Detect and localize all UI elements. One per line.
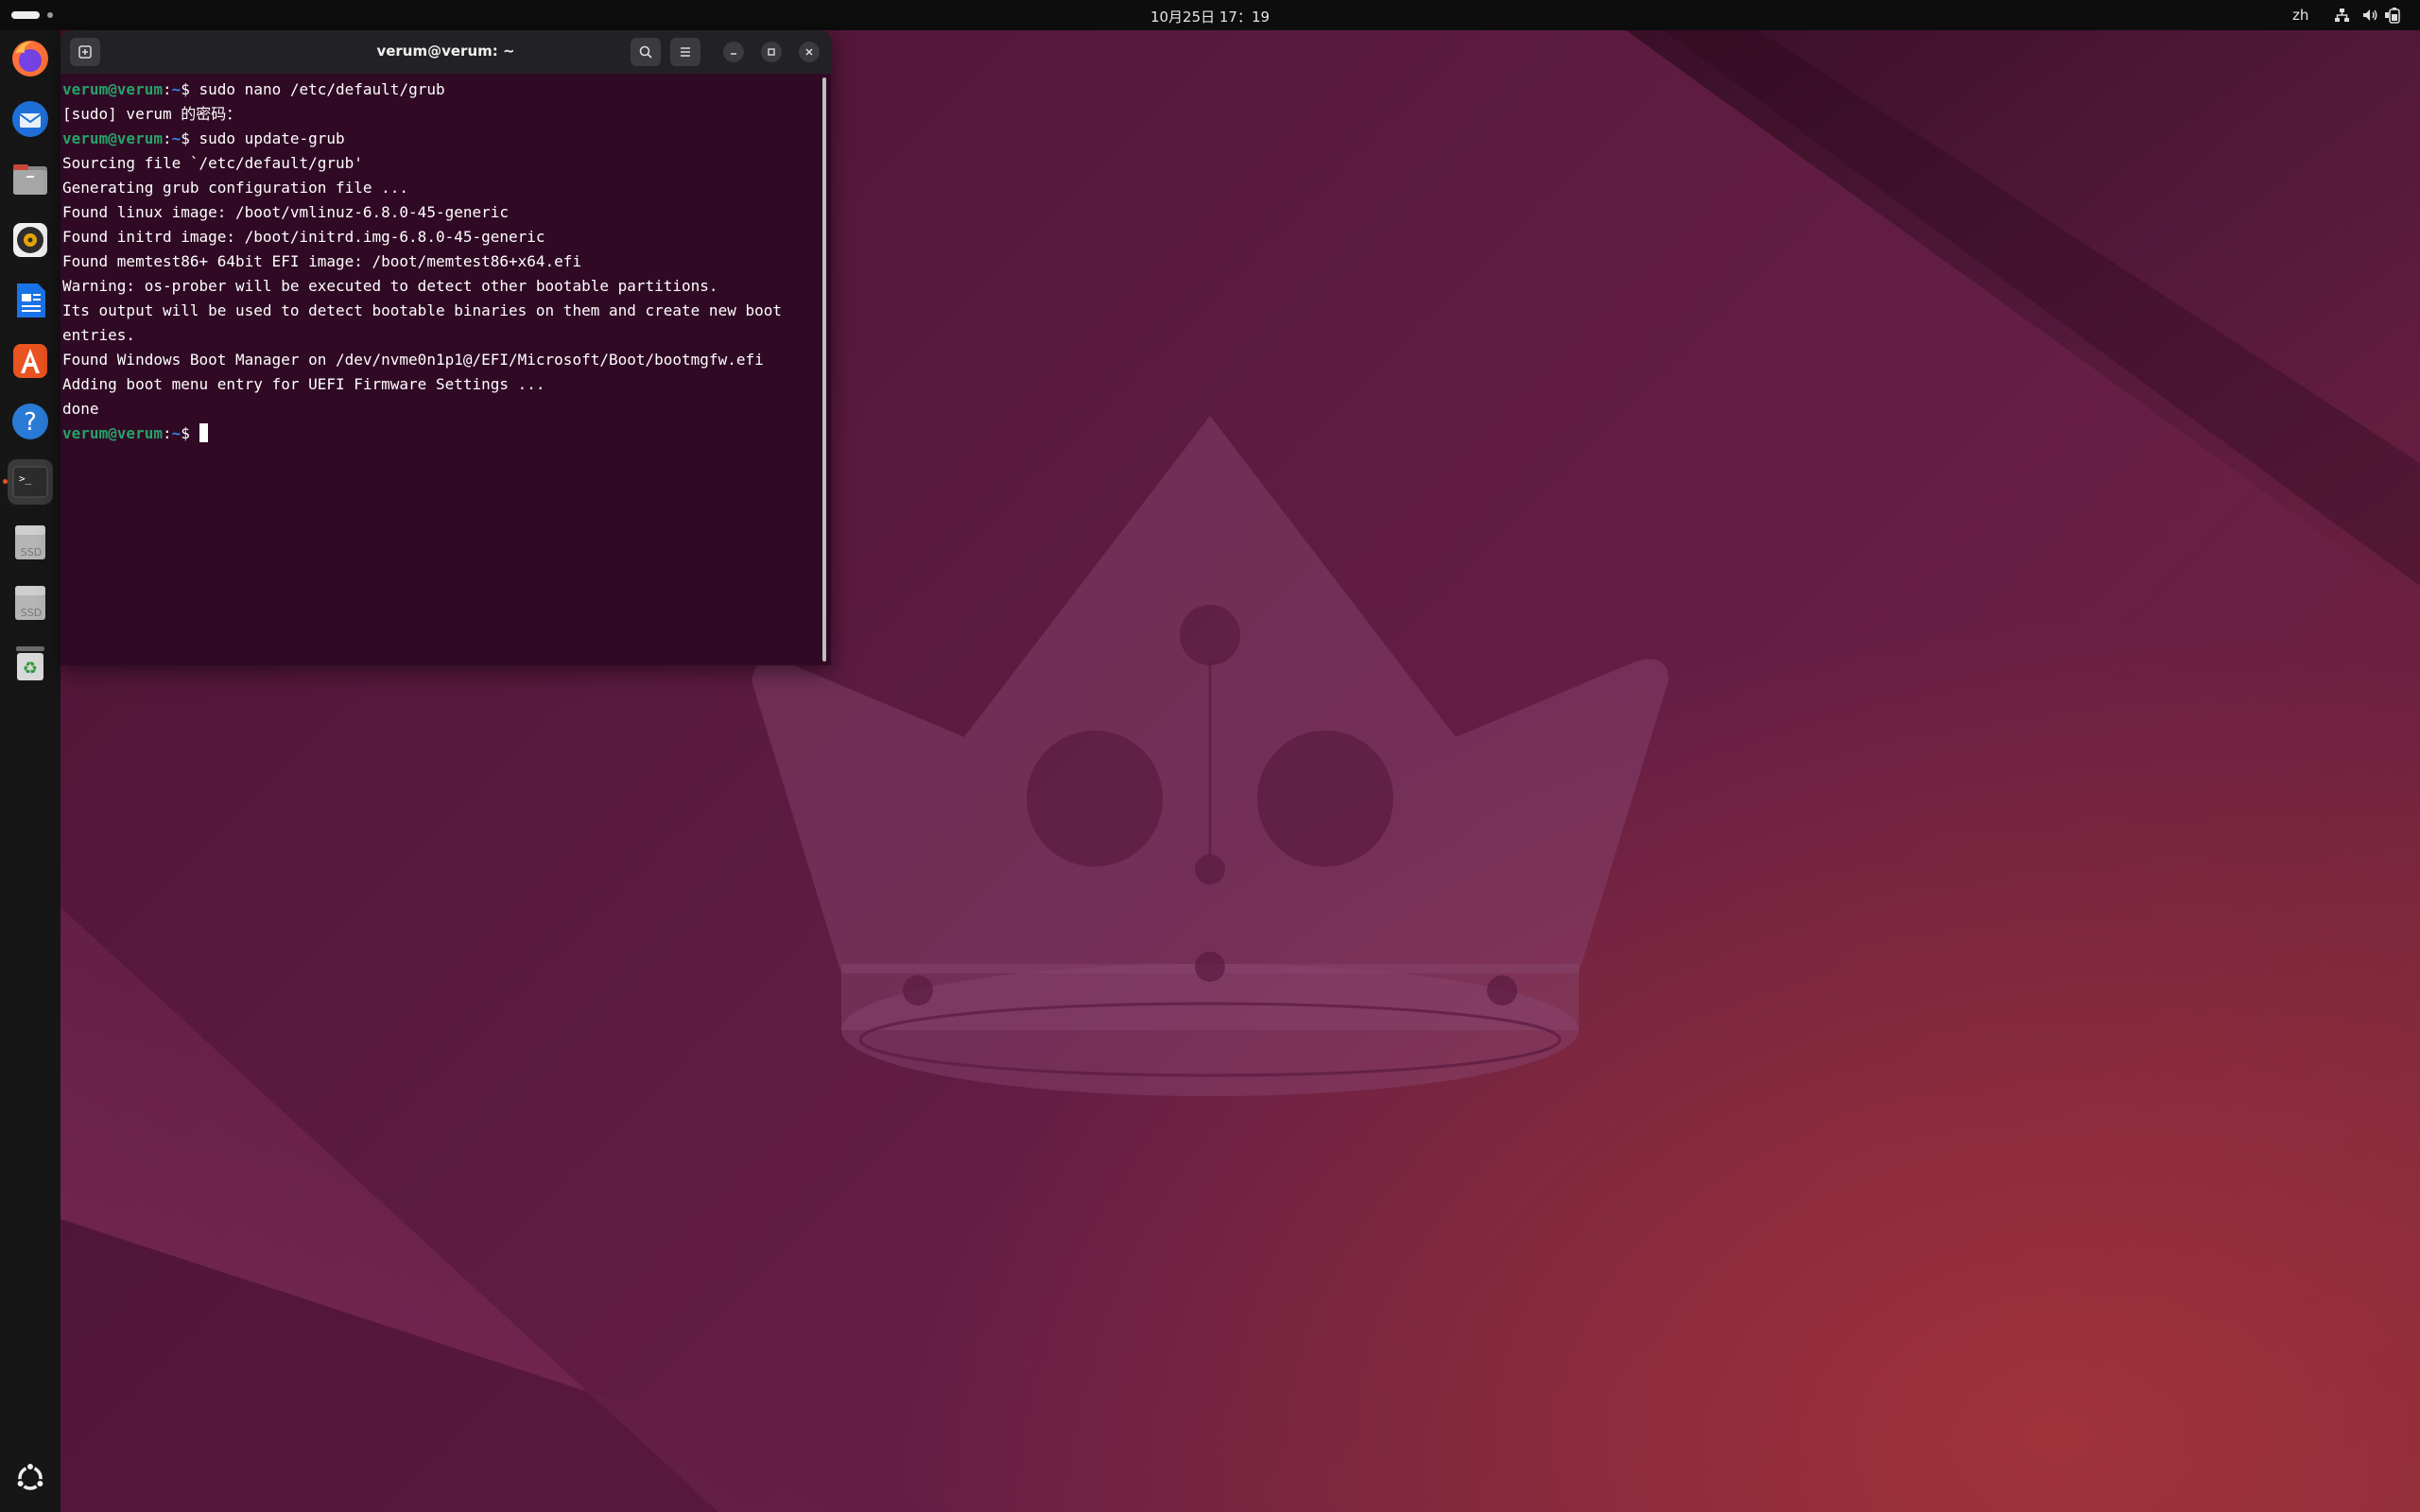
- dock-item-help[interactable]: ?: [8, 399, 53, 444]
- dock-item-firefox[interactable]: [8, 36, 53, 81]
- show-apps-button[interactable]: [8, 1455, 53, 1501]
- prompt-separator: :: [162, 129, 172, 147]
- output-text: Its output will be used to detect bootab…: [62, 301, 782, 319]
- terminal-scrollbar[interactable]: [822, 77, 826, 662]
- minimize-icon: [731, 53, 736, 55]
- dock-item-trash[interactable]: ♻: [8, 641, 53, 686]
- rhythmbox-icon: [13, 223, 47, 257]
- output-text: Adding boot menu entry for UEFI Firmware…: [62, 375, 545, 393]
- terminal-output-line: Warning: os-prober will be executed to d…: [62, 274, 809, 299]
- dock-item-files[interactable]: [8, 157, 53, 202]
- window-title: verum@verum: ~: [376, 43, 515, 60]
- prompt-path: ~: [171, 80, 182, 98]
- terminal-command-line: verum@verum:~$ sudo nano /etc/default/gr…: [62, 77, 809, 102]
- prompt-path: ~: [171, 424, 182, 442]
- drive-icon: SSD: [15, 586, 45, 620]
- output-text: done: [62, 400, 99, 418]
- app-center-icon: [13, 344, 47, 378]
- search-button[interactable]: [631, 38, 661, 66]
- dock-item-thunderbird[interactable]: [8, 96, 53, 142]
- command-text: sudo update-grub: [199, 129, 345, 147]
- terminal-window[interactable]: verum@verum: ~ verum@verum:~$ sudo nano …: [60, 30, 831, 665]
- trash-icon: ♻: [16, 646, 44, 680]
- terminal-output-line: Its output will be used to detect bootab…: [62, 299, 809, 323]
- text-cursor: [199, 423, 208, 442]
- output-text: [sudo] verum 的密码：: [62, 105, 242, 123]
- volume-icon[interactable]: [2360, 6, 2379, 25]
- terminal-output-line: Found linux image: /boot/vmlinuz-6.8.0-4…: [62, 200, 809, 225]
- firefox-icon: [12, 41, 48, 77]
- search-icon: [639, 45, 652, 59]
- battery-icon[interactable]: [2384, 6, 2403, 25]
- output-text: Found Windows Boot Manager on /dev/nvme0…: [62, 351, 764, 369]
- svg-text:SSD: SSD: [21, 546, 42, 558]
- dock-item-ssd-2[interactable]: SSD: [8, 580, 53, 626]
- maximize-icon: [768, 48, 775, 56]
- prompt-path: ~: [171, 129, 182, 147]
- terminal-output-line: Generating grub configuration file ...: [62, 176, 809, 200]
- terminal-header-bar[interactable]: verum@verum: ~: [60, 30, 831, 74]
- svg-text:♻: ♻: [23, 659, 38, 679]
- terminal-output-line: Found initrd image: /boot/initrd.img-6.8…: [62, 225, 809, 249]
- dock: ? >_ SSD SSD ♻: [0, 30, 60, 1512]
- maximize-button[interactable]: [761, 42, 782, 62]
- svg-text:?: ?: [24, 408, 37, 437]
- drive-icon: SSD: [15, 525, 45, 559]
- show-apps-icon: [15, 1462, 45, 1490]
- terminal-icon: >_: [12, 466, 48, 498]
- writer-icon: [17, 284, 45, 318]
- menu-button[interactable]: [670, 38, 700, 66]
- terminal-output-line: done: [62, 397, 809, 421]
- prompt-end: $: [181, 129, 199, 147]
- files-icon: [13, 164, 47, 195]
- terminal-command-line: verum@verum:~$: [62, 421, 809, 446]
- output-text: entries.: [62, 326, 136, 344]
- top-bar: 10月25日 17：19 zh: [0, 0, 2420, 30]
- output-text: Warning: os-prober will be executed to d…: [62, 277, 718, 295]
- prompt-user: verum@verum: [62, 424, 163, 442]
- terminal-output-line: Adding boot menu entry for UEFI Firmware…: [62, 372, 809, 397]
- terminal-command-line: verum@verum:~$ sudo update-grub: [62, 127, 809, 151]
- dock-item-app-center[interactable]: [8, 338, 53, 384]
- terminal-output[interactable]: verum@verum:~$ sudo nano /etc/default/gr…: [62, 77, 809, 654]
- output-text: Found memtest86+ 64bit EFI image: /boot/…: [62, 252, 582, 270]
- dock-item-writer[interactable]: [8, 278, 53, 323]
- hamburger-menu-icon: [681, 47, 690, 57]
- output-text: Found initrd image: /boot/initrd.img-6.8…: [62, 228, 545, 246]
- terminal-output-line: Found memtest86+ 64bit EFI image: /boot/…: [62, 249, 809, 274]
- running-indicator: [3, 479, 8, 484]
- terminal-output-line: Found Windows Boot Manager on /dev/nvme0…: [62, 348, 809, 372]
- terminal-output-line: Sourcing file `/etc/default/grub': [62, 151, 809, 176]
- minimize-button[interactable]: [723, 42, 744, 62]
- prompt-end: $: [181, 80, 199, 98]
- close-icon: [805, 48, 813, 56]
- dock-item-terminal[interactable]: >_: [3, 459, 53, 505]
- prompt-separator: :: [162, 424, 172, 442]
- output-text: Sourcing file `/etc/default/grub': [62, 154, 363, 172]
- prompt-user: verum@verum: [62, 80, 163, 98]
- close-button[interactable]: [799, 42, 820, 62]
- help-icon: ?: [12, 404, 48, 439]
- network-icon[interactable]: [2332, 6, 2351, 25]
- svg-text:SSD: SSD: [21, 607, 42, 619]
- prompt-end: $: [181, 424, 199, 442]
- svg-text:>_: >_: [19, 472, 32, 485]
- output-text: Generating grub configuration file ...: [62, 179, 409, 197]
- prompt-user: verum@verum: [62, 129, 163, 147]
- dock-item-rhythmbox[interactable]: [8, 217, 53, 263]
- thunderbird-icon: [12, 101, 48, 137]
- terminal-output-line: entries.: [62, 323, 809, 348]
- terminal-output-line: [sudo] verum 的密码：: [62, 102, 809, 127]
- input-method-indicator[interactable]: zh: [2292, 7, 2308, 24]
- prompt-separator: :: [162, 80, 172, 98]
- command-text: sudo nano /etc/default/grub: [199, 80, 445, 98]
- dock-item-ssd-1[interactable]: SSD: [8, 520, 53, 565]
- output-text: Found linux image: /boot/vmlinuz-6.8.0-4…: [62, 203, 510, 221]
- clock[interactable]: 10月25日 17：19: [0, 7, 2420, 26]
